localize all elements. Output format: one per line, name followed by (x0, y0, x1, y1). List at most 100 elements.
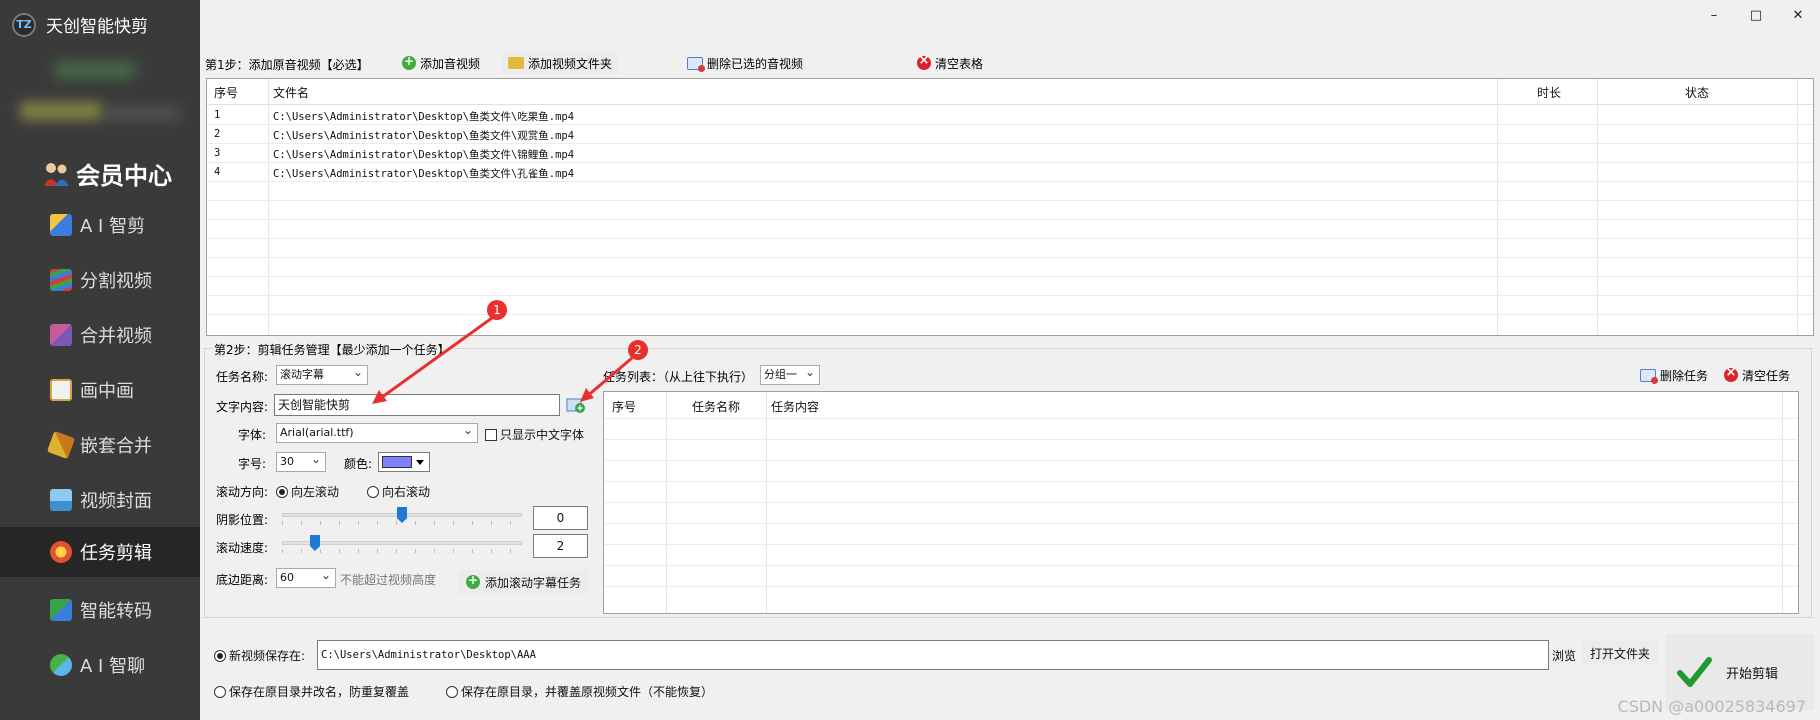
sidebar-item-label: 合并视频 (80, 326, 152, 347)
row-divider (604, 439, 1798, 440)
save-rename-radio[interactable]: 保存在原目录并改名，防重复覆盖 (214, 683, 409, 700)
slider-ticks (282, 549, 522, 553)
column-header-task-name[interactable]: 任务名称 (692, 398, 740, 415)
row-filename: C:\Users\Administrator\Desktop\鱼类文件\观赏鱼.… (273, 130, 575, 142)
new-video-save-radio[interactable]: 新视频保存在: (214, 647, 305, 664)
row-divider (207, 143, 1813, 144)
sidebar-item-label: A I 智剪 (80, 216, 146, 237)
task-name-label: 任务名称: (216, 370, 269, 384)
font-size-select[interactable]: 30 (276, 450, 326, 472)
clear-icon (917, 53, 931, 70)
annotation-badge-1: 1 (487, 300, 507, 320)
sidebar: TZ 天创智能快剪 会员中心 A I 智剪 分割视频 合并视频 画中画 嵌套合并… (0, 0, 200, 720)
save-overwrite-radio[interactable]: 保存在原目录，并覆盖原视频文件（不能恢复） (446, 683, 713, 700)
button-label: 添加视频文件夹 (528, 56, 613, 71)
scroll-speed-slider[interactable] (282, 535, 522, 555)
task-name-select[interactable]: 滚动字幕 (276, 363, 368, 385)
scroll-right-radio[interactable]: 向右滚动 (367, 483, 430, 500)
member-center-label: 会员中心 (76, 161, 172, 190)
sidebar-item-split-video[interactable]: 分割视频 (0, 255, 200, 305)
button-label: 清空表格 (935, 56, 984, 71)
button-label: 删除任务 (1660, 368, 1709, 383)
clear-tasks-button[interactable]: 清空任务 (1718, 364, 1796, 386)
shadow-position-value[interactable]: 0 (533, 506, 588, 530)
open-folder-button[interactable]: 打开文件夹 (1582, 641, 1659, 665)
radio-dot (446, 685, 458, 698)
file-table[interactable]: 序号 文件名 时长 状态 1 C:\Users\Administrator\De… (206, 78, 1814, 336)
checkmark-icon (1677, 657, 1712, 687)
row-divider (207, 238, 1813, 239)
annotation-badge-2: 2 (628, 340, 648, 360)
browse-button[interactable]: 浏览 (1552, 647, 1576, 664)
close-button[interactable]: ✕ (1784, 6, 1812, 26)
merge-video-icon (50, 324, 72, 346)
row-divider (604, 565, 1798, 566)
radio-label: 保存在原目录并改名，防重复覆盖 (229, 685, 410, 699)
button-label: 添加滚动字幕任务 (485, 575, 582, 590)
text-file-import-icon[interactable] (566, 396, 586, 414)
radio-dot (214, 649, 226, 662)
radio-label: 新视频保存在: (229, 649, 306, 663)
blurred-user-info (55, 62, 135, 78)
member-center-button[interactable]: 会员中心 (42, 156, 172, 191)
clear-table-button[interactable]: 清空表格 (911, 52, 989, 74)
scroll-speed-label: 滚动速度: (216, 541, 269, 555)
delete-task-button[interactable]: 删除任务 (1634, 364, 1714, 386)
column-header-status[interactable]: 状态 (1685, 84, 1709, 101)
sidebar-item-merge-video[interactable]: 合并视频 (0, 310, 200, 360)
column-header-index[interactable]: 序号 (214, 84, 238, 101)
sidebar-item-label: 嵌套合并 (80, 436, 152, 457)
color-picker[interactable] (378, 452, 430, 472)
column-header-task-content[interactable]: 任务内容 (771, 398, 819, 415)
column-header-index[interactable]: 序号 (612, 398, 636, 415)
radio-dot (214, 685, 226, 698)
clear-icon (1724, 365, 1738, 382)
task-group-select[interactable]: 分组一 (760, 363, 820, 385)
scroll-left-radio[interactable]: 向左滚动 (276, 483, 339, 500)
sidebar-item-pip[interactable]: 画中画 (0, 365, 200, 415)
picture-in-picture-icon (50, 379, 72, 401)
shadow-position-label: 阴影位置: (216, 513, 269, 527)
sidebar-item-ai-cut[interactable]: A I 智剪 (0, 200, 200, 250)
row-divider (207, 257, 1813, 258)
sidebar-item-video-cover[interactable]: 视频封面 (0, 475, 200, 525)
add-scroll-subtitle-task-button[interactable]: 添加滚动字幕任务 (458, 570, 590, 594)
minimize-button[interactable]: – (1700, 6, 1728, 26)
row-divider (207, 124, 1813, 125)
app-logo-icon: TZ (12, 12, 36, 37)
delete-selected-button[interactable]: 删除已选的音视频 (681, 52, 809, 74)
split-video-icon (50, 269, 72, 291)
sidebar-item-task-edit[interactable]: 任务剪辑 (0, 527, 200, 577)
save-path-input[interactable]: C:\Users\Administrator\Desktop\AAA (317, 640, 1549, 670)
checkbox-box (485, 428, 497, 441)
bottom-margin-select[interactable]: 60 (276, 566, 336, 588)
row-divider (604, 586, 1798, 587)
task-table[interactable]: 序号 任务名称 任务内容 (603, 391, 1799, 614)
file-table-header: 序号 文件名 时长 状态 (207, 79, 1813, 105)
row-divider (604, 460, 1798, 461)
maximize-button[interactable]: □ (1742, 6, 1770, 26)
column-header-filename[interactable]: 文件名 (273, 84, 309, 101)
sidebar-item-ai-chat[interactable]: A I 智聊 (0, 640, 200, 690)
text-content-input[interactable]: 天创智能快剪 (274, 394, 560, 416)
sidebar-item-smart-transcode[interactable]: 智能转码 (0, 585, 200, 635)
shadow-position-slider[interactable] (282, 507, 522, 527)
ai-chat-icon (50, 654, 72, 676)
add-audio-video-button[interactable]: 添加音视频 (396, 52, 486, 74)
delete-task-icon (1640, 368, 1658, 384)
bottom-margin-hint: 不能超过视频高度 (340, 573, 437, 587)
font-select[interactable]: Arial(arial.ttf) (276, 421, 478, 443)
column-divider (1797, 79, 1798, 335)
add-video-folder-button[interactable]: 添加视频文件夹 (502, 52, 619, 74)
chinese-fonts-only-checkbox[interactable]: 只显示中文字体 (485, 426, 584, 443)
button-label: 打开文件夹 (1590, 646, 1651, 661)
column-header-duration[interactable]: 时长 (1537, 84, 1561, 101)
radio-label: 保存在原目录，并覆盖原视频文件（不能恢复） (461, 685, 714, 699)
row-divider (604, 523, 1798, 524)
sidebar-item-nested-merge[interactable]: 嵌套合并 (0, 420, 200, 470)
radio-label: 向左滚动 (291, 485, 340, 499)
nested-merge-icon (46, 430, 76, 460)
save-options-group: 新视频保存在: C:\Users\Administrator\Desktop\A… (204, 630, 1664, 712)
scroll-speed-value[interactable]: 2 (533, 534, 588, 558)
button-label: 清空任务 (1742, 368, 1791, 383)
